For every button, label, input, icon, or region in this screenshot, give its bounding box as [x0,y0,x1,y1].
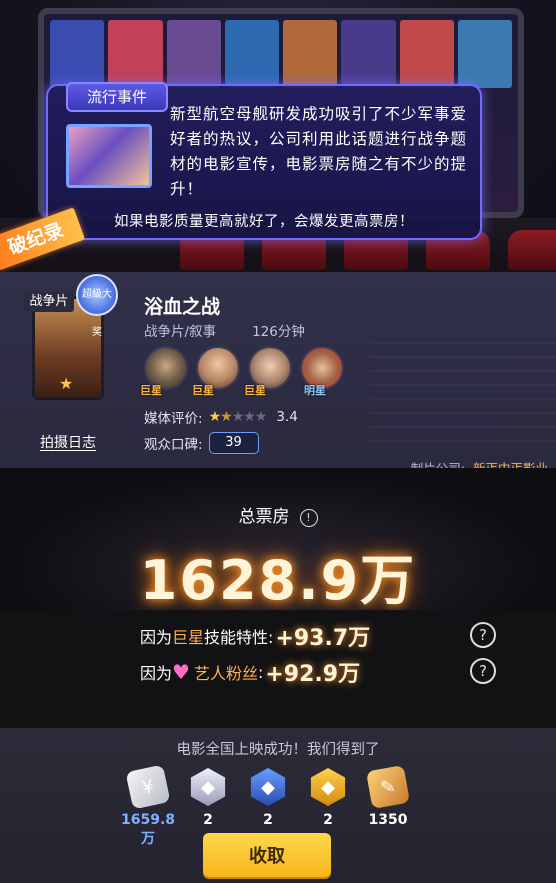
event-tag: 流行事件 [66,82,168,112]
cast-card[interactable]: 巨星 [244,346,292,397]
genre-tag: 战争片 [24,292,74,312]
cash-icon: ¥ [125,764,171,810]
shooting-log-link[interactable]: 拍摄日志 [40,432,96,452]
audience-rating-row: 观众口碑: 39 [144,432,259,454]
audience-value: 39 [208,432,259,454]
help-icon[interactable]: ? [470,658,496,684]
reward-book: ✎ 1350 [356,764,420,828]
silver-gem-icon: ◆ [190,768,226,806]
box-office-value: 1628.9万 [139,549,417,612]
star-icon: ★ [59,374,74,393]
book-icon: ✎ [365,764,411,810]
info-icon[interactable]: ! [299,509,318,527]
bonus-suffix: : [257,662,264,682]
cast-card[interactable]: 巨星 [140,346,188,397]
reward-blue-gem: ◆ 2 [236,768,300,828]
award-badge-icon: 超级大奖 [76,274,118,338]
heart-icon: ♥ [172,660,190,684]
reward-cash: ¥ 1659.8万 [116,764,180,848]
media-rating-row: 媒体评价: ★★★★★ 3.4 [144,407,298,427]
reward-count: 2 [323,812,333,828]
event-footer: 如果电影质量更高就好了，会爆发更高票房！ [114,214,414,230]
bonus-amount: +93.7万 [275,626,371,651]
media-rating-value: 3.4 [276,409,298,425]
movie-title: 浴血之战 [144,296,221,318]
reward-gold-gem: ◆ 2 [296,768,360,828]
bonus-highlight: 艺人粉丝 [193,664,258,683]
box-office-label-row: 总票房! [0,502,556,527]
cast-card[interactable]: 巨星 [192,346,240,397]
box-office-label: 总票房 [238,507,290,527]
cast-label: 明星 [304,384,326,397]
media-rating-label: 媒体评价: [144,411,203,427]
event-thumbnail [66,124,152,188]
cast-card[interactable]: 明星 [300,346,344,397]
cast-label: 巨星 [192,384,214,397]
bonus-prefix: 因为 [140,664,173,683]
cast-label: 巨星 [140,384,162,397]
bonus-panel: 因为 巨星 技能特性: +93.7万 ? 因为 ♥ 艺人粉丝 : +92.9万 … [0,610,556,728]
reward-silver-gem: ◆ 2 [176,768,240,828]
blue-gem-icon: ◆ [250,768,286,806]
movie-duration: 126分钟 [252,324,305,340]
gold-gem-icon: ◆ [310,768,346,806]
reward-count: 2 [203,812,213,828]
movie-info: 战争片 超级大奖 ★ 拍摄日志 浴血之战 战争片/叙事 126分钟 巨星 巨星 巨… [0,272,556,476]
cast-row: 巨星 巨星 巨星 明星 [140,346,344,397]
box-office-panel: 总票房! 1628.9万 [0,468,556,612]
genre-line: 战争片/叙事 126分钟 [144,320,305,340]
bonus-highlight: 巨星 [172,628,205,647]
cinema-scene: 流行事件 新型航空母舰研发成功吸引了不少军事爱好者的热议，公司利用此话题进行战争… [0,0,556,272]
event-description: 新型航空母舰研发成功吸引了不少军事爱好者的热议，公司利用此话题进行战争题材的电影… [170,105,468,198]
bonus-suffix: 技能特性: [204,628,274,647]
rewards-title: 电影全国上映成功！我们得到了 [176,742,380,758]
reward-count: 1659.8万 [120,812,176,847]
bonus-amount: +92.9万 [265,662,361,687]
collect-button[interactable]: 收取 [203,833,331,877]
audience-label: 观众口碑: [144,437,203,453]
rewards-panel: 电影全国上映成功！我们得到了 ¥ 1659.8万 ◆ 2 ◆ 2 ◆ 2 ✎ 1… [0,728,556,883]
bonus-row-fans: 因为 ♥ 艺人粉丝 : +92.9万 [140,656,360,688]
bonus-prefix: 因为 [140,628,173,647]
movie-genre: 战争片/叙事 [144,324,217,340]
reward-count: 1350 [368,812,408,828]
cast-label: 巨星 [244,384,266,397]
event-panel: 流行事件 新型航空母舰研发成功吸引了不少军事爱好者的热议，公司利用此话题进行战争… [46,82,482,240]
bonus-row-skill: 因为 巨星 技能特性: +93.7万 [140,620,370,652]
rating-stars-icon: ★★★★★ [208,409,268,425]
help-icon[interactable]: ? [470,622,496,648]
reward-count: 2 [263,812,273,828]
